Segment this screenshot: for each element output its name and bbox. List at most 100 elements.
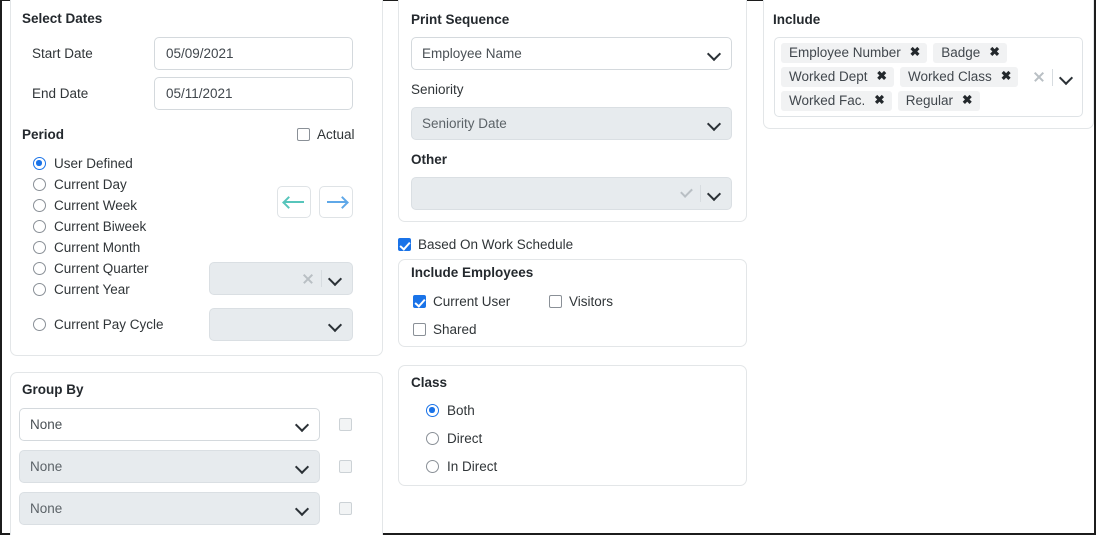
include-title: Include [773, 12, 821, 27]
include-chip-label: Employee Number [789, 45, 901, 60]
close-icon[interactable]: ✖ [910, 46, 920, 59]
arrow-left-icon [284, 201, 304, 203]
period-radio-label: Current Biweek [54, 219, 147, 234]
close-icon[interactable]: ✖ [1001, 70, 1011, 83]
period-radio-current-year[interactable]: Current Year [33, 282, 130, 297]
start-date-label: Start Date [32, 46, 93, 61]
include-chip-label: Badge [941, 45, 981, 60]
close-icon[interactable]: ✖ [989, 46, 999, 59]
radio-icon [426, 432, 439, 445]
actual-checkbox-label: Actual [317, 127, 355, 142]
period-label: Period [22, 127, 65, 142]
radio-icon [33, 318, 46, 331]
clear-all-icon[interactable] [1032, 70, 1046, 84]
include-chip-label: Worked Class [908, 69, 992, 84]
chevron-down-icon[interactable] [1060, 71, 1073, 84]
class-radio-direct[interactable]: Direct [426, 431, 482, 446]
include-chip[interactable]: Employee Number ✖ [781, 43, 928, 63]
class-title: Class [411, 375, 448, 390]
radio-icon [426, 404, 439, 417]
group-by-select-2-value: None [30, 459, 63, 474]
pay-cycle-select[interactable] [209, 308, 353, 341]
end-date-input[interactable]: 05/11/2021 [154, 77, 353, 110]
group-by-checkbox-1[interactable] [339, 418, 359, 431]
include-chip[interactable]: Worked Fac. ✖ [781, 91, 892, 111]
class-radio-label: Direct [447, 431, 483, 446]
next-period-button[interactable] [319, 186, 353, 218]
include-chip-list: Employee Number ✖ Badge ✖ Worked Dept ✖ … [775, 37, 1032, 117]
include-chip-label: Worked Fac. [789, 93, 866, 108]
current-user-checkbox-box [413, 295, 426, 308]
period-radio-user-defined[interactable]: User Defined [33, 156, 133, 171]
period-radio-label: Current Quarter [54, 261, 149, 276]
radio-icon [33, 157, 46, 170]
actual-checkbox[interactable]: Actual [297, 127, 355, 142]
chevron-down-icon [708, 47, 721, 60]
group-by-checkbox-2[interactable] [339, 460, 359, 473]
include-chip[interactable]: Worked Dept ✖ [781, 67, 895, 87]
print-sequence-select-value: Employee Name [422, 46, 522, 61]
radio-icon [426, 460, 439, 473]
include-employees-visitors[interactable]: Visitors [549, 294, 613, 309]
close-icon[interactable]: ✖ [877, 70, 887, 83]
group-by-checkbox-2-box [339, 460, 352, 473]
group-by-select-1[interactable]: None [19, 408, 320, 441]
include-chip-label: Worked Dept [789, 69, 868, 84]
based-on-work-schedule-checkbox[interactable]: Based On Work Schedule [398, 237, 573, 252]
period-radio-label: Current Year [54, 282, 130, 297]
include-employees-title: Include Employees [411, 265, 534, 280]
seniority-select[interactable]: Seniority Date [411, 107, 732, 140]
period-radio-current-pay-cycle[interactable]: Current Pay Cycle [33, 317, 164, 332]
seniority-select-value: Seniority Date [422, 116, 507, 131]
other-label: Other [411, 152, 448, 167]
start-date-input[interactable]: 05/09/2021 [154, 37, 353, 70]
period-radio-current-biweek[interactable]: Current Biweek [33, 219, 146, 234]
end-date-label: End Date [32, 86, 89, 101]
chevron-down-icon [296, 502, 309, 515]
radio-icon [33, 199, 46, 212]
include-employees-current-user[interactable]: Current User [413, 294, 510, 309]
include-chip[interactable]: Regular ✖ [897, 91, 980, 111]
radio-icon [33, 262, 46, 275]
include-chip[interactable]: Badge ✖ [933, 43, 1007, 63]
chevron-down-icon [708, 117, 721, 130]
radio-icon [33, 241, 46, 254]
period-radio-current-month[interactable]: Current Month [33, 240, 140, 255]
group-by-select-2[interactable]: None [19, 450, 320, 483]
seniority-label: Seniority [411, 82, 464, 97]
group-by-select-1-value: None [30, 417, 63, 432]
close-icon[interactable]: ✖ [962, 94, 972, 107]
period-radio-current-day[interactable]: Current Day [33, 177, 127, 192]
period-radio-label: Current Week [54, 198, 138, 213]
group-by-title: Group By [22, 382, 84, 397]
group-by-checkbox-1-box [339, 418, 352, 431]
based-on-work-schedule-label: Based On Work Schedule [418, 237, 574, 252]
divider [1052, 68, 1053, 86]
radio-icon [33, 178, 46, 191]
check-icon [679, 186, 694, 201]
other-select[interactable] [411, 177, 732, 210]
include-employees-shared[interactable]: Shared [413, 322, 477, 337]
chevron-down-icon [708, 187, 721, 200]
group-by-checkbox-3[interactable] [339, 502, 359, 515]
print-sequence-select[interactable]: Employee Name [411, 37, 732, 70]
close-icon[interactable]: ✖ [874, 94, 884, 107]
radio-icon [33, 220, 46, 233]
clear-icon[interactable] [301, 272, 315, 286]
class-radio-in-direct[interactable]: In Direct [426, 459, 497, 474]
period-value-select[interactable] [209, 262, 353, 295]
include-controls [1032, 68, 1082, 86]
chevron-down-icon [296, 418, 309, 431]
period-radio-current-quarter[interactable]: Current Quarter [33, 261, 149, 276]
class-radio-both[interactable]: Both [426, 403, 475, 418]
radio-icon [33, 283, 46, 296]
period-radio-current-week[interactable]: Current Week [33, 198, 137, 213]
group-by-select-3[interactable]: None [19, 492, 320, 525]
include-tags-box[interactable]: Employee Number ✖ Badge ✖ Worked Dept ✖ … [774, 37, 1083, 117]
include-chip[interactable]: Worked Class ✖ [900, 67, 1019, 87]
previous-period-button[interactable] [277, 186, 311, 218]
period-radio-label: Current Month [54, 240, 141, 255]
current-user-label: Current User [433, 294, 511, 309]
include-chip-label: Regular [905, 93, 954, 108]
arrow-right-icon [326, 201, 346, 203]
